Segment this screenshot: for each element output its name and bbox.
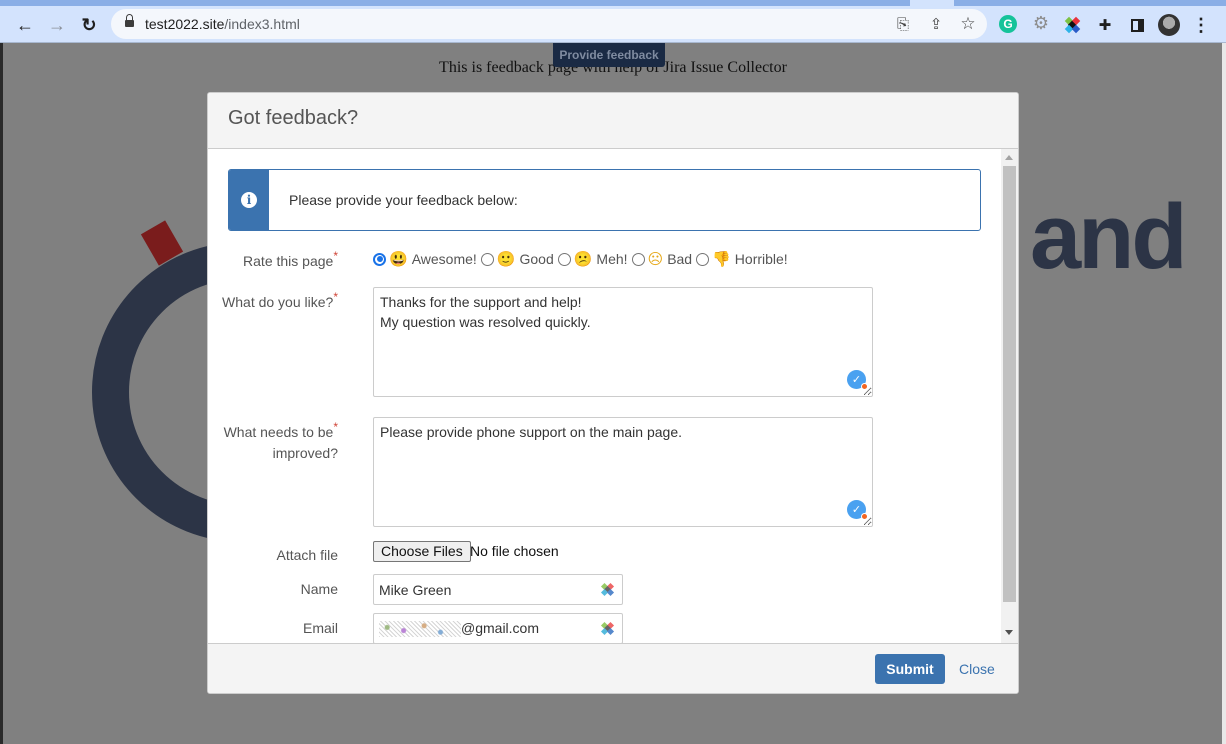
notification-dot bbox=[861, 383, 868, 390]
grammar-check-icon[interactable]: ✓ bbox=[847, 500, 868, 520]
rating-radio-horrible[interactable] bbox=[696, 252, 710, 266]
frowning-face-icon: ☹ bbox=[647, 251, 664, 268]
feedback-dialog: Got feedback? i Please provide your feed… bbox=[207, 92, 1019, 694]
like-label-text: What do you like? bbox=[222, 294, 334, 310]
extensions-puzzle-icon[interactable]: ✚ bbox=[1095, 15, 1115, 35]
improve-label-line1: What needs to be bbox=[223, 424, 334, 440]
required-asterisk: * bbox=[333, 249, 338, 263]
submit-button[interactable]: Submit bbox=[875, 654, 945, 684]
reload-icon: ↻ bbox=[81, 14, 97, 35]
grammar-check-icon[interactable]: ✓ bbox=[847, 370, 868, 390]
lock-icon bbox=[125, 14, 134, 29]
arrow-left-icon: ← bbox=[16, 14, 34, 35]
rating-label: Rate this page* bbox=[208, 249, 338, 272]
star-glyph: ☆ bbox=[960, 14, 976, 33]
side-panel-glyph bbox=[1130, 18, 1144, 32]
address-bar[interactable]: test2022.site/index3.html ⎘ ⇪ ☆ bbox=[111, 9, 987, 39]
rating-options: 😃 Awesome! 🙂 Good 😕 Meh! ☹ Bad 👎 Horribl… bbox=[373, 250, 792, 268]
url-path: /index3.html bbox=[224, 16, 300, 32]
required-asterisk: * bbox=[333, 420, 338, 434]
autofill-extension-icon[interactable] bbox=[599, 620, 617, 638]
dialog-header: Got feedback? bbox=[208, 93, 1018, 149]
close-link[interactable]: Close bbox=[959, 661, 995, 677]
bookmark-star-icon[interactable]: ☆ bbox=[958, 14, 978, 34]
url-text[interactable]: test2022.site/index3.html bbox=[145, 16, 300, 32]
scroll-down-arrow-icon[interactable] bbox=[1005, 630, 1013, 635]
email-domain-text: @gmail.com bbox=[461, 620, 540, 636]
gear-glyph: ⚙ bbox=[1032, 12, 1050, 33]
puzzle-glyph: ✚ bbox=[1098, 17, 1112, 34]
side-panel-icon[interactable] bbox=[1127, 15, 1147, 35]
check-glyph: ✓ bbox=[851, 374, 862, 386]
share-glyph: ⇪ bbox=[929, 16, 943, 33]
rating-option-label[interactable]: Meh! bbox=[596, 251, 627, 267]
diamond-extension-icon[interactable] bbox=[1063, 15, 1083, 35]
reload-button[interactable]: ↻ bbox=[76, 12, 102, 38]
rating-radio-awesome[interactable] bbox=[373, 252, 386, 266]
grammarly-icon[interactable]: G bbox=[999, 15, 1017, 33]
email-input[interactable]: @gmail.com bbox=[373, 613, 623, 643]
settings-gear-icon[interactable]: ⚙ bbox=[1031, 13, 1051, 33]
info-icon-column: i bbox=[229, 170, 269, 230]
email-label: Email bbox=[302, 620, 338, 636]
like-textarea[interactable]: Thanks for the support and help! My ques… bbox=[373, 287, 873, 397]
menu-glyph: ⋮ bbox=[1192, 14, 1210, 35]
redacted-email-prefix bbox=[379, 621, 461, 638]
confused-face-icon: 😕 bbox=[573, 251, 593, 268]
background-logo-text: and bbox=[1030, 186, 1188, 288]
rating-option-label[interactable]: Awesome! bbox=[412, 251, 477, 267]
provide-feedback-tab[interactable]: Provide feedback bbox=[553, 43, 665, 67]
info-message-text: Please provide your feedback below: bbox=[289, 192, 518, 208]
grinning-face-icon: 😃 bbox=[389, 251, 408, 268]
rating-option-label[interactable]: Bad bbox=[667, 251, 692, 267]
rating-option-label[interactable]: Good bbox=[519, 251, 553, 267]
improve-label-line2: improved? bbox=[272, 445, 338, 461]
smiling-face-icon: 🙂 bbox=[496, 251, 516, 268]
rating-option-label[interactable]: Horrible! bbox=[735, 251, 788, 267]
check-glyph: ✓ bbox=[851, 504, 862, 516]
scrollbar-thumb[interactable] bbox=[1003, 166, 1016, 602]
notification-dot bbox=[861, 513, 868, 520]
back-button[interactable]: ← bbox=[12, 12, 38, 38]
improve-textarea[interactable]: Please provide phone support on the main… bbox=[373, 417, 873, 527]
dialog-footer: Submit Close bbox=[208, 643, 1018, 693]
rating-radio-meh[interactable] bbox=[557, 252, 571, 266]
like-label: What do you like?* bbox=[208, 290, 338, 313]
thumbs-down-icon: 👎 bbox=[712, 251, 731, 268]
forward-button[interactable]: → bbox=[44, 12, 70, 38]
autofill-extension-icon[interactable] bbox=[599, 581, 617, 599]
share-icon[interactable]: ⇪ bbox=[926, 14, 946, 34]
grammarly-glyph: G bbox=[1003, 17, 1013, 31]
rating-radio-good[interactable] bbox=[480, 252, 494, 266]
profile-avatar[interactable] bbox=[1158, 14, 1180, 36]
info-icon: i bbox=[241, 192, 257, 208]
choose-files-button[interactable]: Choose Files bbox=[373, 541, 471, 562]
arrow-right-icon: → bbox=[48, 14, 66, 35]
dialog-body[interactable]: i Please provide your feedback below: Ra… bbox=[208, 149, 1018, 643]
name-label: Name bbox=[300, 581, 338, 597]
rating-radio-bad[interactable] bbox=[631, 252, 645, 266]
scroll-up-arrow-icon[interactable] bbox=[1005, 155, 1013, 160]
url-host: test2022.site bbox=[145, 16, 225, 32]
attach-label: Attach file bbox=[276, 547, 338, 563]
left-window-edge bbox=[0, 43, 3, 744]
info-message: i Please provide your feedback below: bbox=[228, 169, 981, 231]
improve-label: What needs to be* improved? bbox=[208, 420, 338, 463]
browser-toolbar: ← → ↻ test2022.site/index3.html ⎘ ⇪ ☆ G … bbox=[0, 6, 1226, 43]
dialog-title: Got feedback? bbox=[228, 107, 359, 129]
menu-kebab-icon[interactable]: ⋮ bbox=[1191, 15, 1211, 35]
translate-glyph: ⎘ bbox=[896, 15, 909, 33]
rating-label-text: Rate this page bbox=[243, 253, 334, 269]
required-asterisk: * bbox=[333, 290, 338, 304]
translate-icon[interactable]: ⎘ bbox=[893, 14, 913, 34]
name-input[interactable] bbox=[373, 574, 623, 605]
right-window-edge bbox=[1222, 43, 1226, 744]
dialog-scrollbar[interactable] bbox=[1001, 149, 1018, 643]
file-status-text: No file chosen bbox=[470, 543, 559, 559]
